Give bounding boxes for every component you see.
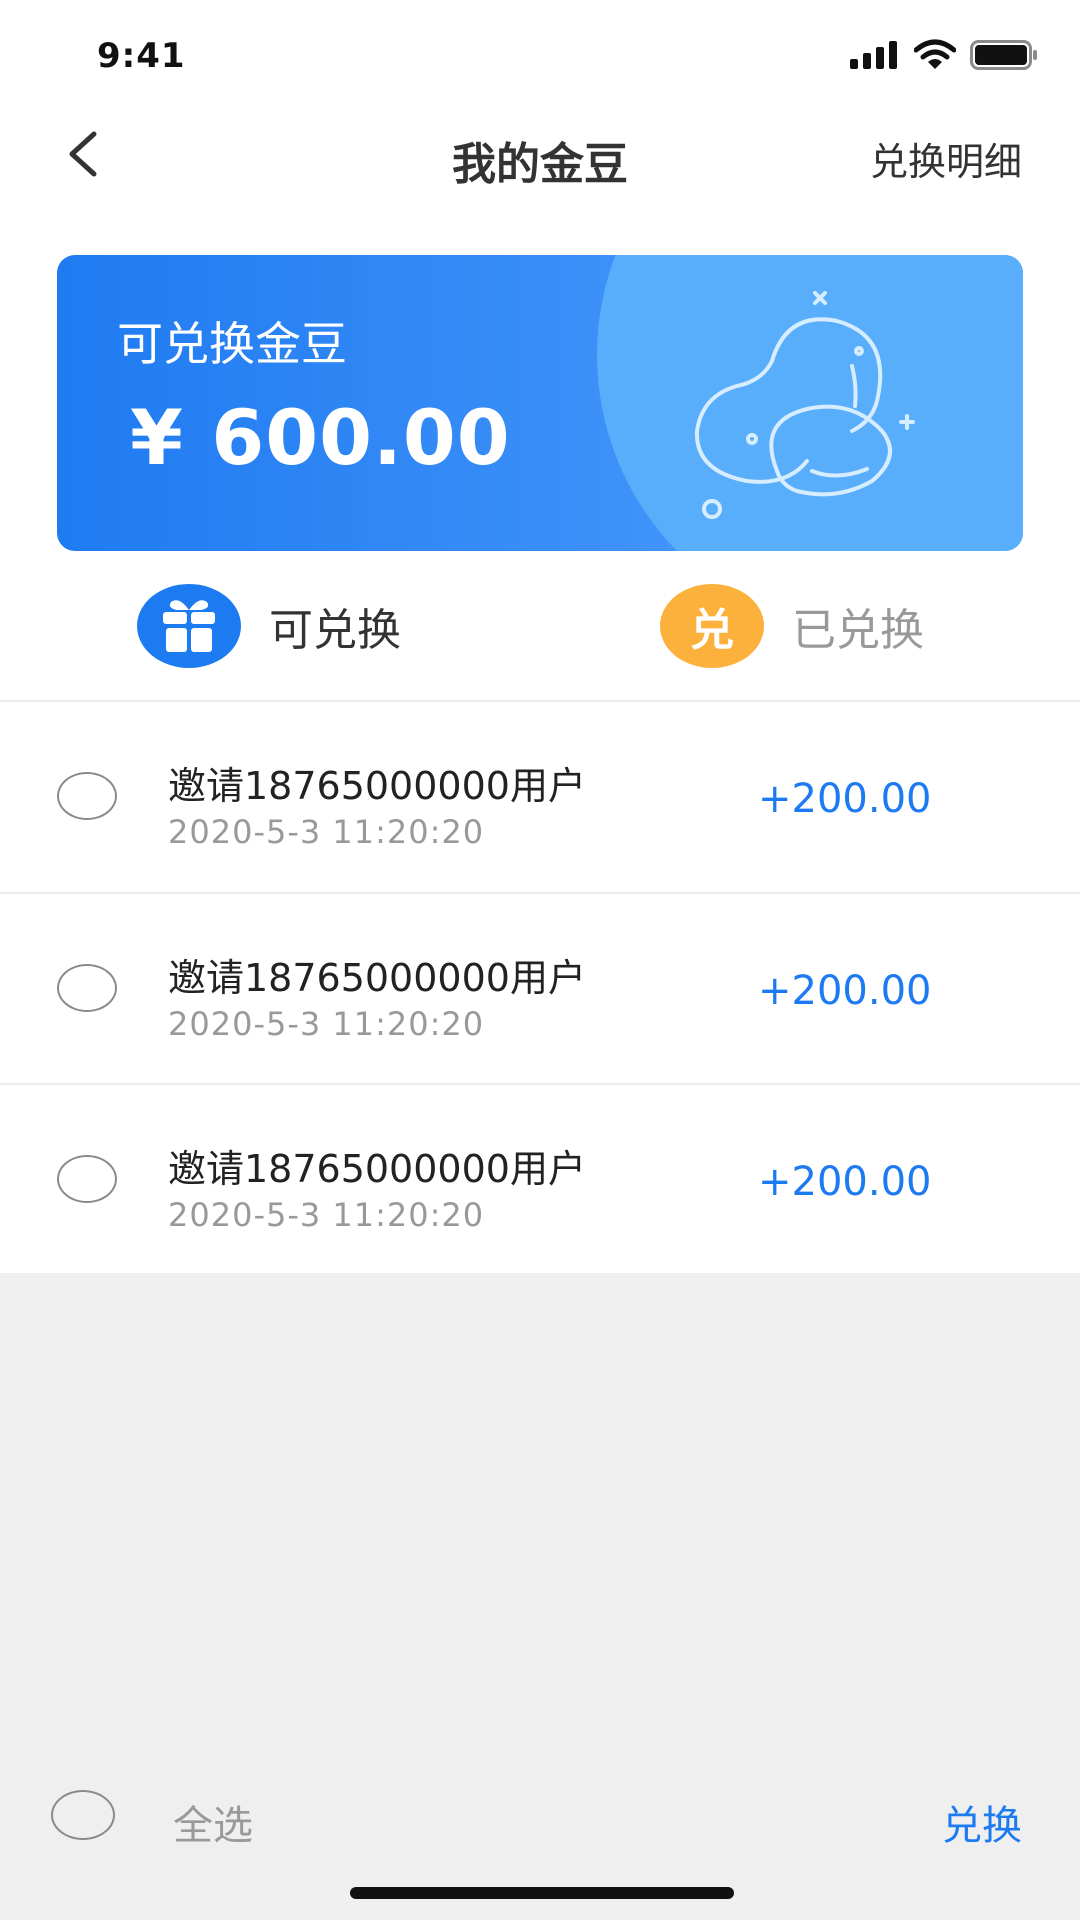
row-radio[interactable] [57,1155,117,1203]
row-title: 邀请18765000000用户 [168,956,586,1000]
select-all-label[interactable]: 全选 [173,1793,253,1851]
exchange-badge-text: 兑 [690,605,734,656]
row-radio[interactable] [57,772,117,820]
row-amount: +200.00 [758,968,932,1014]
balance-label: 可兑换金豆 [117,317,347,371]
signal-icon [850,41,897,69]
row-time: 2020-5-3 11:20:20 [168,813,485,851]
home-indicator [350,1887,734,1899]
balance-card: 可兑换金豆 ¥ 600.00 [57,255,1023,551]
tab-exchangeable[interactable]: 可兑换 [137,584,401,668]
row-title: 邀请18765000000用户 [168,1147,586,1191]
list-item[interactable]: 邀请18765000000用户 2020-5-3 11:20:20 +200.0… [0,894,1080,1084]
tab-exchanged-label: 已兑换 [792,605,924,656]
row-title: 邀请18765000000用户 [168,764,586,808]
wifi-icon [914,39,956,69]
row-time: 2020-5-3 11:20:20 [168,1196,485,1234]
exchange-badge-icon: 兑 [660,584,764,668]
gift-glyph [163,600,215,652]
gift-icon [137,584,241,668]
bean-icon [694,291,915,519]
list-item[interactable]: 邀请18765000000用户 2020-5-3 11:20:20 +200.0… [0,1085,1080,1275]
status-icons [850,38,1038,72]
battery-icon [970,40,1037,70]
row-amount: +200.00 [758,1159,932,1205]
tab-exchangeable-label: 可兑换 [269,605,401,656]
exchange-details-link[interactable]: 兑换明细 [870,131,1022,186]
exchange-button[interactable]: 兑换 [942,1793,1022,1851]
row-amount: +200.00 [758,776,932,822]
row-time: 2020-5-3 11:20:20 [168,1005,485,1043]
balance-amount: ¥ 600.00 [130,393,511,482]
status-time: 9:41 [97,36,186,76]
tab-exchanged[interactable]: 兑 已兑换 [660,584,924,668]
row-radio[interactable] [57,964,117,1012]
list-item[interactable]: 邀请18765000000用户 2020-5-3 11:20:20 +200.0… [0,702,1080,892]
select-all-radio[interactable] [51,1790,115,1840]
